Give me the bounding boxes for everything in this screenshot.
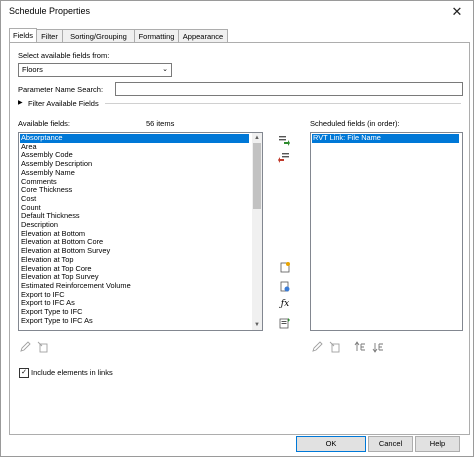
available-scrollbar[interactable]: ▲ ▼ bbox=[252, 133, 262, 330]
available-fields-label: Available fields: bbox=[18, 119, 70, 128]
scheduled-fields-list[interactable]: RVT Link: File Name bbox=[310, 132, 463, 331]
scheduled-fields-label: Scheduled fields (in order): bbox=[310, 119, 400, 128]
close-icon[interactable]: ✕ bbox=[445, 3, 469, 21]
select-fields-from-label: Select available fields from: bbox=[18, 51, 110, 60]
checkmark-icon: ✓ bbox=[21, 369, 27, 376]
edit-parameter-icon[interactable] bbox=[279, 281, 291, 293]
fields-from-dropdown[interactable]: Floors ⌄ bbox=[18, 63, 172, 77]
available-fields-list[interactable]: Absorptance Area Assembly Code Assembly Des… bbox=[18, 132, 263, 331]
scroll-down-icon[interactable]: ▼ bbox=[252, 320, 262, 330]
schedule-properties-dialog: Schedule Properties ✕ Fields Filter Sort… bbox=[0, 0, 474, 457]
move-down-icon[interactable] bbox=[372, 341, 384, 353]
calculated-value-icon[interactable]: ƒx bbox=[279, 298, 291, 310]
delete-scheduled-icon[interactable] bbox=[329, 341, 341, 353]
include-links-checkbox[interactable]: ✓ bbox=[19, 368, 29, 378]
expand-triangle-icon[interactable]: ▶ bbox=[18, 99, 23, 106]
pencil-icon[interactable] bbox=[19, 341, 31, 353]
combine-parameters-icon[interactable] bbox=[279, 317, 291, 329]
list-item[interactable]: Export Type to IFC As bbox=[20, 316, 249, 326]
scroll-up-icon[interactable]: ▲ bbox=[252, 133, 262, 143]
list-item[interactable]: Core Thickness bbox=[20, 185, 249, 195]
list-item[interactable]: Cost bbox=[20, 194, 249, 204]
edit-scheduled-pencil-icon[interactable] bbox=[311, 341, 323, 353]
scroll-thumb[interactable] bbox=[253, 143, 261, 209]
fields-from-value: Floors bbox=[22, 65, 43, 74]
tab-formatting[interactable]: Formatting bbox=[134, 29, 179, 43]
available-count: 56 items bbox=[146, 119, 175, 128]
include-links-label: Include elements in links bbox=[31, 368, 113, 377]
window-title: Schedule Properties bbox=[9, 6, 91, 16]
tab-appearance[interactable]: Appearance bbox=[178, 29, 228, 43]
delete-parameter-icon[interactable] bbox=[37, 341, 49, 353]
param-search-label: Parameter Name Search: bbox=[18, 85, 104, 94]
ok-button[interactable]: OK bbox=[296, 436, 366, 452]
cancel-button[interactable]: Cancel bbox=[368, 436, 413, 452]
list-item[interactable]: RVT Link: File Name bbox=[312, 133, 459, 143]
tab-fields[interactable]: Fields bbox=[9, 28, 37, 43]
help-button[interactable]: Help bbox=[415, 436, 460, 452]
param-search-input[interactable] bbox=[115, 82, 463, 96]
tab-filter[interactable]: Filter bbox=[36, 29, 63, 43]
filter-available-fields-toggle[interactable]: Filter Available Fields bbox=[28, 99, 99, 108]
new-parameter-icon[interactable] bbox=[279, 261, 291, 273]
tab-sorting-grouping[interactable]: Sorting/Grouping bbox=[62, 29, 135, 43]
move-up-icon[interactable] bbox=[354, 341, 366, 353]
add-field-icon[interactable] bbox=[278, 134, 290, 146]
remove-field-icon[interactable] bbox=[278, 151, 290, 163]
title-bar: Schedule Properties ✕ bbox=[1, 1, 473, 23]
chevron-down-icon: ⌄ bbox=[162, 66, 168, 73]
list-item[interactable]: Absorptance bbox=[20, 133, 249, 143]
divider bbox=[105, 103, 461, 104]
